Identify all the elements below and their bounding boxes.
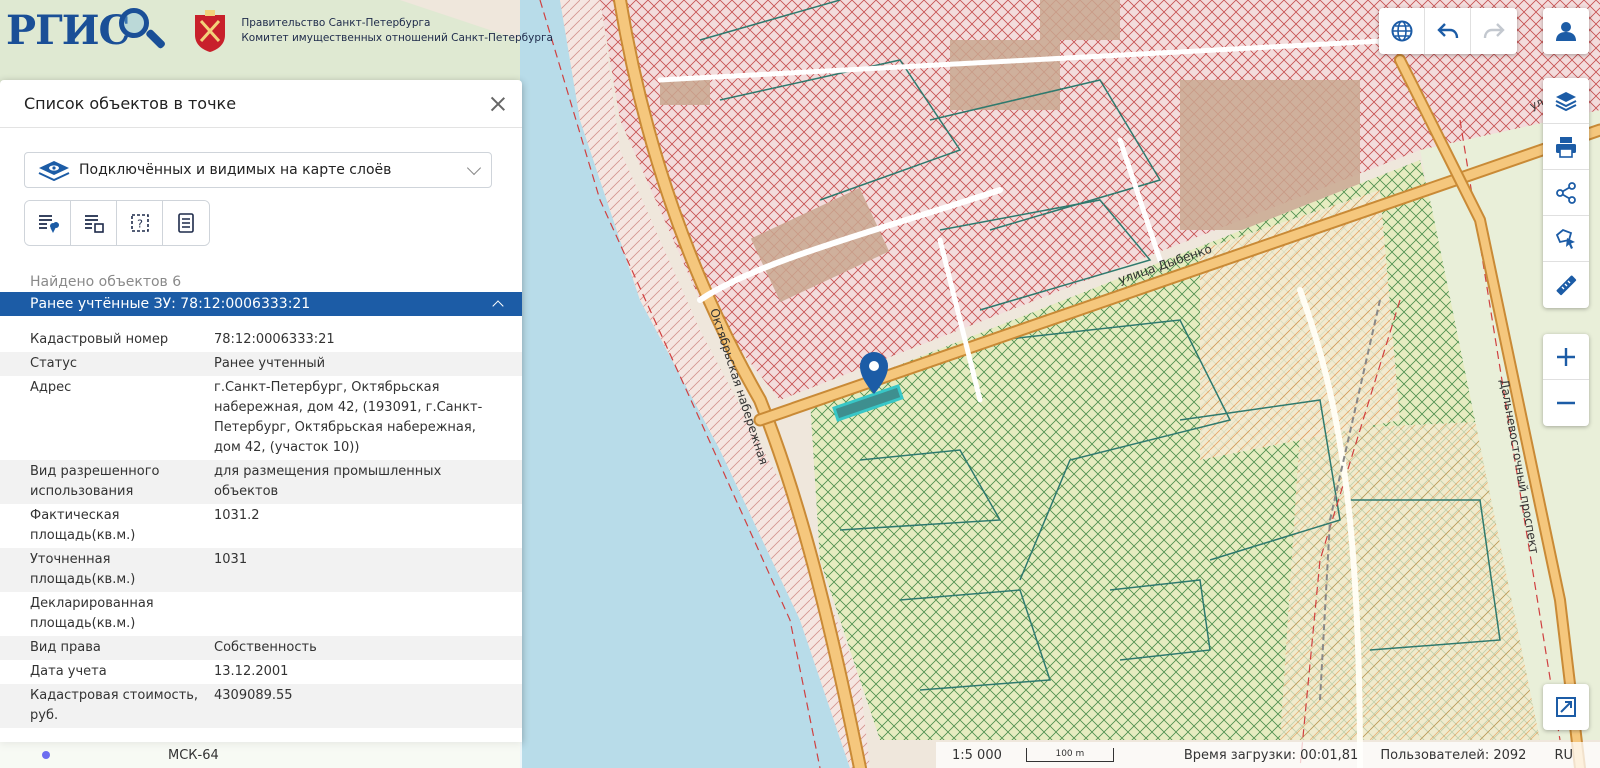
polygon-cursor-icon bbox=[1555, 228, 1575, 249]
property-table: Кадастровый номер 78:12:0006333:21 Статус… bbox=[0, 328, 522, 728]
list-area-button[interactable] bbox=[71, 201, 117, 245]
layers-icon bbox=[1555, 91, 1577, 111]
prop-value bbox=[214, 594, 504, 634]
load-time: Время загрузки: 00:01,81 bbox=[1183, 747, 1359, 763]
query-frame-button[interactable]: ? bbox=[117, 201, 163, 245]
status-right: 1:5 000 100 m Время загрузки: 00:01,81 П… bbox=[936, 742, 1600, 768]
user-icon bbox=[1556, 22, 1576, 41]
document-list-button[interactable] bbox=[163, 201, 209, 245]
layer-filter-select[interactable]: Подключённых и видимых на карте слоёв bbox=[24, 152, 492, 188]
prop-key: Дата учета bbox=[30, 664, 107, 679]
redo-button[interactable] bbox=[1471, 8, 1517, 54]
prop-key: Адрес bbox=[30, 380, 72, 395]
chevron-up-icon bbox=[492, 300, 504, 312]
share-icon bbox=[1556, 181, 1576, 204]
users-count: Пользователей: 2092 bbox=[1380, 747, 1527, 763]
language-switch[interactable]: RU bbox=[1554, 748, 1573, 763]
layers-eye-icon bbox=[38, 161, 70, 181]
table-row: Вид разрешенного использования для размещ… bbox=[0, 460, 522, 504]
table-row: Уточненная площадь(кв.м.) 1031 bbox=[0, 548, 522, 592]
prop-key: Кадастровый номер bbox=[30, 332, 169, 347]
prop-value: г.Санкт-Петербург, Октябрьская набережна… bbox=[214, 380, 483, 455]
top-toolbar bbox=[1379, 8, 1517, 54]
redo-icon bbox=[1483, 23, 1505, 39]
prop-key: Вид права bbox=[30, 640, 101, 655]
status-bar: МСК-64 1:5 000 100 m Время загрузки: 00:… bbox=[0, 742, 1600, 768]
list-area-icon bbox=[84, 215, 104, 233]
coat-of-arms-icon bbox=[195, 10, 226, 52]
document-icon bbox=[178, 213, 194, 233]
prop-value: 13.12.2001 bbox=[214, 664, 289, 679]
zoom-group bbox=[1543, 334, 1589, 426]
section-title: Ранее учтённые ЗУ: 78:12:0006333:21 bbox=[30, 296, 311, 312]
list-pin-icon bbox=[38, 215, 59, 233]
org-line-1: Правительство Санкт-Петербурга bbox=[241, 17, 431, 29]
svg-text:?: ? bbox=[137, 218, 143, 231]
scale-label: 1:5 000 bbox=[952, 747, 1002, 763]
prop-value: 4309089.55 bbox=[214, 688, 293, 703]
panel-tool-group: ? bbox=[24, 200, 210, 246]
prop-key: Статус bbox=[30, 356, 78, 371]
layer-filter-label: Подключённых и видимых на карте слоёв bbox=[79, 162, 392, 178]
map-tools-group bbox=[1543, 78, 1589, 308]
table-row: Статус Ранее учтенный bbox=[0, 352, 522, 376]
close-icon[interactable] bbox=[488, 94, 508, 114]
table-row: Дата учета 13.12.2001 bbox=[0, 660, 522, 684]
layers-button[interactable] bbox=[1543, 78, 1589, 124]
org-line-2: Комитет имущественных отношений Санкт-Пе… bbox=[241, 32, 553, 44]
table-row: Фактическая площадь(кв.м.) 1031.2 bbox=[0, 504, 522, 548]
prop-value: Собственность bbox=[214, 640, 317, 655]
globe-button[interactable] bbox=[1379, 8, 1425, 54]
question-frame-icon: ? bbox=[130, 214, 149, 232]
expand-icon bbox=[1556, 697, 1576, 717]
prop-value: 1031.2 bbox=[214, 508, 260, 523]
select-area-button[interactable] bbox=[1543, 216, 1589, 262]
minus-icon bbox=[1557, 401, 1575, 405]
zoom-out-button[interactable] bbox=[1543, 380, 1589, 426]
scale-bar: 100 m bbox=[1025, 748, 1114, 762]
globe-icon bbox=[1391, 20, 1412, 42]
print-button[interactable] bbox=[1543, 124, 1589, 170]
ruler-icon bbox=[1556, 275, 1577, 296]
app-header: РГИС Правительство Санкт-Петербурга Коми… bbox=[0, 0, 600, 62]
plus-icon bbox=[1557, 347, 1575, 366]
status-left: МСК-64 bbox=[0, 742, 522, 768]
status-dot-icon bbox=[42, 751, 50, 759]
prop-value: для размещения промышленных объектов bbox=[214, 464, 442, 499]
objects-at-point-panel: Список объектов в точке Подключённых и в… bbox=[0, 80, 522, 742]
panel-title: Список объектов в точке bbox=[24, 94, 237, 113]
table-row: Кадастровая стоимость, руб. 4309089.55 bbox=[0, 684, 522, 728]
prop-key: Уточненная площадь(кв.м.) bbox=[30, 552, 136, 587]
table-row: Вид права Собственность bbox=[0, 636, 522, 660]
prop-key: Фактическая площадь(кв.м.) bbox=[30, 508, 136, 543]
list-location-button[interactable] bbox=[25, 201, 71, 245]
prop-value: 78:12:0006333:21 bbox=[214, 332, 335, 347]
measure-button[interactable] bbox=[1543, 262, 1589, 308]
table-row: Адрес г.Санкт-Петербург, Октябрьская набе… bbox=[0, 376, 522, 460]
table-row: Кадастровый номер 78:12:0006333:21 bbox=[0, 328, 522, 352]
table-row: Декларированная площадь(кв.м.) bbox=[0, 592, 522, 636]
crs-label[interactable]: МСК-64 bbox=[168, 748, 219, 763]
undo-button[interactable] bbox=[1425, 8, 1471, 54]
prop-value: Ранее учтенный bbox=[214, 356, 326, 371]
magnifier-logo-icon bbox=[117, 6, 167, 56]
prop-key: Кадастровая стоимость, руб. bbox=[30, 688, 199, 723]
printer-icon bbox=[1556, 136, 1576, 158]
logo-text: РГИС bbox=[6, 7, 130, 54]
share-button[interactable] bbox=[1543, 170, 1589, 216]
section-header[interactable]: Ранее учтённые ЗУ: 78:12:0006333:21 bbox=[0, 292, 522, 316]
user-button[interactable] bbox=[1543, 8, 1589, 54]
chevron-down-icon bbox=[466, 160, 482, 175]
undo-icon bbox=[1436, 23, 1458, 39]
org-name: Правительство Санкт-Петербурга Комитет и… bbox=[241, 16, 553, 46]
prop-key: Декларированная площадь(кв.м.) bbox=[30, 596, 154, 631]
prop-key: Вид разрешенного использования bbox=[30, 464, 160, 499]
fullscreen-button[interactable] bbox=[1543, 684, 1589, 730]
zoom-in-button[interactable] bbox=[1543, 334, 1589, 380]
panel-header: Список объектов в точке bbox=[0, 80, 522, 128]
found-count: Найдено объектов 6 bbox=[30, 274, 182, 290]
prop-value: 1031 bbox=[214, 552, 248, 567]
